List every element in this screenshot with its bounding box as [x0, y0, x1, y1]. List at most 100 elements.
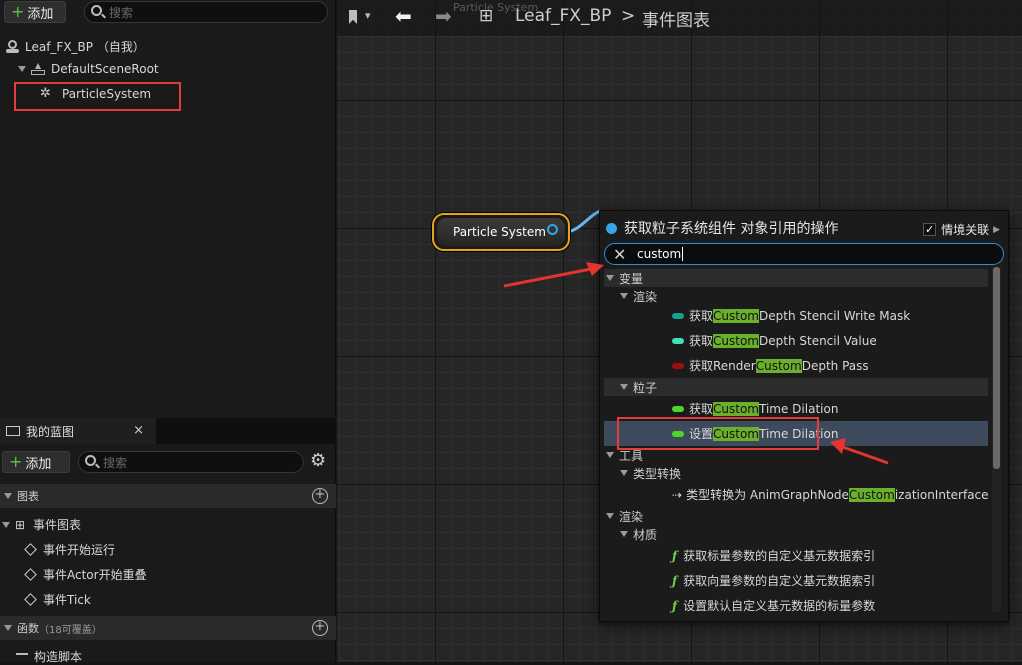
back-arrow-icon[interactable]: ⬅	[395, 4, 412, 28]
context-label: 情境关联	[941, 223, 990, 237]
tab-my-blueprint[interactable]: 我的蓝图 ×	[0, 418, 156, 444]
action-search-input[interactable]: ✕ custom	[604, 243, 1004, 265]
graph-icon: ⊞	[15, 517, 26, 532]
category-row[interactable]: 粒子	[604, 378, 988, 396]
action-item[interactable]: ƒ 获取向量参数的自定义基元数据索引	[604, 568, 988, 593]
plus-icon: +	[9, 452, 23, 471]
chevron-down-icon[interactable]	[620, 384, 628, 390]
add-graph-icon[interactable]: +	[312, 488, 328, 504]
action-item[interactable]: ⇢ 类型转换为 AnimGraphNode Custom izationInterfa…	[604, 482, 989, 507]
breadcrumb-separator: >	[621, 6, 636, 26]
tab-label: 我的蓝图	[26, 424, 75, 439]
function-icon: ƒ	[672, 548, 678, 563]
action-label: 获取	[689, 402, 714, 416]
chevron-down-icon[interactable]	[606, 513, 614, 519]
chevron-down-icon[interactable]: ▾	[365, 9, 371, 22]
action-label-suffix: Time Dilation	[759, 401, 839, 416]
chevron-down-icon[interactable]	[2, 521, 10, 528]
category-label: 渲染	[633, 289, 658, 304]
category-row[interactable]: 类型转换	[604, 464, 988, 482]
chevron-down-icon[interactable]	[606, 452, 614, 458]
context-checkbox[interactable]: ✓	[923, 223, 937, 236]
cast-arrow-icon: ⇢	[672, 487, 683, 502]
event-label: 事件Tick	[43, 593, 91, 607]
search-placeholder: 搜索	[109, 5, 134, 20]
variable-type-pill-icon	[672, 405, 684, 412]
variable-type-pill-icon	[672, 337, 684, 344]
category-row[interactable]: 渲染	[604, 507, 988, 525]
action-label: 获取	[689, 309, 714, 323]
functions-section-header[interactable]: 函数 （18可覆盖） +	[0, 616, 336, 640]
chevron-down-icon[interactable]	[18, 66, 26, 72]
close-icon[interactable]: ×	[133, 423, 144, 438]
component-search-input[interactable]: 搜索	[84, 1, 328, 23]
my-blueprint-search-input[interactable]: 搜索	[78, 451, 304, 473]
breadcrumb-graph[interactable]: 事件图表	[642, 6, 710, 31]
context-sensitive-toggle[interactable]: ✓ 情境关联 ▶	[923, 221, 1000, 238]
add-member-button[interactable]: + 添加	[2, 451, 70, 473]
event-diamond-icon	[24, 543, 37, 556]
category-row[interactable]: 材质	[604, 525, 988, 543]
annotation-arrow-right	[830, 438, 889, 465]
node-body: Particle System	[437, 218, 565, 246]
chevron-right-icon: ▶	[993, 224, 1000, 235]
event-item[interactable]: 事件开始运行	[24, 541, 116, 558]
functions-header-label: 函数	[17, 622, 39, 635]
function-icon: ƒ	[672, 573, 678, 588]
action-label: 获取标量参数的自定义基元数据索引	[683, 549, 876, 563]
action-label: 获取	[689, 334, 714, 348]
particle-system-node[interactable]: Particle System	[432, 213, 570, 251]
annotation-arrow-left	[503, 262, 604, 288]
blueprint-actor-icon	[6, 40, 19, 53]
left-panel: + 添加 搜索 Leaf_FX_BP （自我） DefaultSceneRoot…	[0, 0, 336, 665]
search-match-highlight: Custom	[713, 308, 759, 323]
plus-icon: +	[11, 2, 25, 21]
chevron-down-icon[interactable]	[620, 531, 628, 537]
function-label: 构造脚本	[34, 650, 83, 664]
action-label-suffix: izationInterface	[894, 487, 989, 502]
chevron-down-icon[interactable]	[620, 293, 628, 299]
function-item-construct[interactable]: 构造脚本	[16, 648, 82, 665]
action-label: 设置默认自定义基元数据的标量参数	[683, 599, 876, 613]
clear-search-icon[interactable]: ✕	[613, 245, 626, 264]
annotation-box-particlesystem	[14, 82, 181, 111]
category-row[interactable]: 变量	[604, 269, 988, 287]
bookmark-icon[interactable]	[349, 10, 357, 24]
scene-root-icon	[31, 63, 45, 75]
gear-icon[interactable]: ⚙	[310, 451, 326, 471]
event-label: 事件开始运行	[43, 543, 116, 557]
action-item[interactable]: ƒ 获取标量参数的自定义基元数据索引	[604, 543, 988, 568]
action-item[interactable]: 获取 Custom Depth Stencil Write Mask	[604, 303, 988, 328]
event-graph-label: 事件图表	[33, 518, 82, 532]
search-placeholder: 搜索	[103, 455, 128, 470]
search-match-highlight: Custom	[755, 358, 802, 373]
breadcrumb-blueprint[interactable]: Leaf_FX_BP	[515, 6, 611, 26]
forward-arrow-icon[interactable]: ➡	[435, 4, 452, 28]
add-component-button[interactable]: + 添加	[4, 1, 66, 23]
search-icon	[91, 5, 102, 16]
action-item[interactable]: 获取 Custom Depth Stencil Value	[604, 328, 988, 353]
chevron-down-icon[interactable]	[4, 625, 12, 631]
action-menu-title: 获取粒子系统组件 对象引用的操作	[624, 221, 839, 237]
text-cursor	[682, 247, 684, 261]
tree-root-item[interactable]: Leaf_FX_BP （自我）	[6, 38, 145, 55]
chevron-down-icon[interactable]	[4, 493, 12, 499]
tree-item-event-graph[interactable]: ⊞ 事件图表	[2, 516, 81, 533]
action-label-suffix: Depth Stencil Write Mask	[759, 308, 911, 323]
scrollbar-thumb[interactable]	[993, 267, 1000, 469]
graphs-section-header[interactable]: 图表 +	[0, 484, 336, 508]
function-icon	[16, 652, 28, 661]
add-function-icon[interactable]: +	[312, 620, 328, 636]
event-item[interactable]: 事件Tick	[24, 591, 91, 608]
tree-root-label: Leaf_FX_BP （自我）	[25, 40, 145, 54]
chevron-down-icon[interactable]	[620, 470, 628, 476]
event-item[interactable]: 事件Actor开始重叠	[24, 566, 147, 583]
search-match-highlight: Custom	[713, 333, 759, 348]
variable-type-pill-icon	[672, 312, 684, 319]
search-value: custom	[637, 247, 682, 261]
output-pin[interactable]	[547, 224, 558, 235]
action-item[interactable]: ƒ 设置默认自定义基元数据的标量参数	[604, 593, 988, 618]
action-item[interactable]: 获取Render Custom Depth Pass	[604, 353, 988, 378]
tree-item-defaultsceneroot[interactable]: DefaultSceneRoot	[18, 62, 159, 76]
book-icon	[6, 426, 20, 436]
